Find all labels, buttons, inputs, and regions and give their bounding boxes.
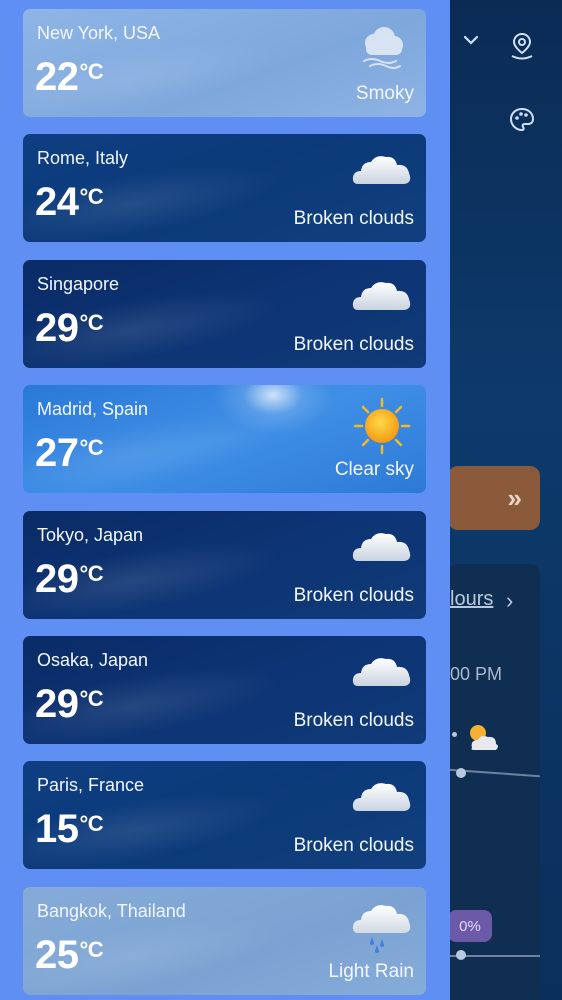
precip-dot [456, 950, 466, 960]
double-chevron-right-icon: » [507, 482, 522, 513]
temperature-unit: °C [79, 686, 104, 711]
temperature-unit: °C [79, 560, 104, 586]
cloud-icon [350, 648, 414, 698]
city-card-5[interactable]: Osaka, Japan 29°C Broken clouds [23, 636, 426, 744]
cloud-icon [350, 272, 414, 322]
temperature-unit: °C [79, 184, 104, 210]
weather-condition: Broken clouds [293, 835, 414, 857]
weather-condition: Smoky [355, 83, 414, 104]
chart-dot [452, 732, 457, 737]
temperature-unit: °C [79, 811, 104, 837]
city-temperature: 27°C [35, 431, 104, 476]
temperature-value: 22 [35, 55, 79, 99]
hours-link[interactable]: lours [450, 588, 493, 611]
weather-condition: Broken clouds [293, 333, 414, 355]
city-name: Singapore [37, 273, 120, 294]
temperature-value: 27 [35, 431, 79, 476]
forward-banner[interactable]: » [448, 466, 540, 530]
city-temperature: 29°C [35, 556, 104, 602]
smoke-icon [350, 21, 414, 71]
city-temperature: 29°C [35, 305, 104, 351]
city-name: Bangkok, Thailand [37, 900, 186, 921]
city-card-3[interactable]: Madrid, Spain 27°C Clear sky [23, 385, 426, 494]
palette-icon[interactable] [506, 104, 538, 136]
city-name: New York, USA [37, 23, 161, 43]
weather-condition: Broken clouds [293, 710, 414, 731]
city-temperature: 24°C [35, 180, 104, 225]
weather-condition: Broken clouds [293, 208, 414, 230]
temperature-value: 29 [35, 305, 79, 350]
city-name: Rome, Italy [37, 148, 129, 169]
chevron-right-icon: › [506, 588, 514, 613]
cloud-icon [350, 146, 414, 196]
city-card-6[interactable]: Paris, France 15°C Broken clouds [23, 761, 426, 870]
chevron-down-icon[interactable] [455, 24, 487, 56]
weather-condition: Light Rain [328, 960, 414, 982]
city-name: Madrid, Spain [37, 399, 149, 420]
sun-icon [350, 397, 414, 455]
city-name: Osaka, Japan [37, 650, 149, 670]
temperature-unit: °C [79, 936, 104, 962]
weather-condition: Clear sky [334, 459, 414, 481]
city-card-7[interactable]: Bangkok, Thailand 25°C Light Rain [23, 886, 426, 995]
city-card-4[interactable]: Tokyo, Japan 29°C Broken clouds [23, 510, 426, 619]
city-name: Paris, France [37, 775, 145, 796]
temperature-value: 29 [35, 682, 79, 726]
city-card-2[interactable]: Singapore 29°C Broken clouds [23, 259, 426, 368]
temperature-value: 25 [35, 932, 79, 977]
temperature-value: 15 [35, 807, 79, 852]
location-icon[interactable] [506, 30, 538, 62]
partly-cloudy-icon [462, 720, 502, 759]
temperature-unit: °C [79, 309, 104, 335]
temperature-unit: °C [79, 435, 104, 461]
chart-dot [456, 768, 466, 778]
city-temperature: 29°C [35, 682, 104, 727]
hour-label: 00 PM [450, 664, 503, 684]
city-temperature: 15°C [35, 807, 104, 852]
city-card-0[interactable]: New York, USA 22°C Smoky [23, 9, 426, 117]
city-card-1[interactable]: Rome, Italy 24°C Broken clouds [23, 134, 426, 243]
temperature-unit: °C [79, 59, 104, 84]
city-temperature: 22°C [35, 55, 104, 100]
temperature-value: 29 [35, 556, 79, 601]
cloud-icon [350, 773, 414, 823]
cloud-icon [350, 523, 414, 573]
weather-condition: Broken clouds [293, 584, 414, 606]
rain-cloud-icon [350, 899, 414, 953]
city-drawer: New York, USA 22°C Smoky Rome, Italy 24°… [0, 0, 450, 1000]
precip-badge: 0% [448, 910, 492, 942]
city-name: Tokyo, Japan [37, 524, 144, 545]
city-temperature: 25°C [35, 932, 104, 978]
temperature-value: 24 [35, 180, 79, 225]
